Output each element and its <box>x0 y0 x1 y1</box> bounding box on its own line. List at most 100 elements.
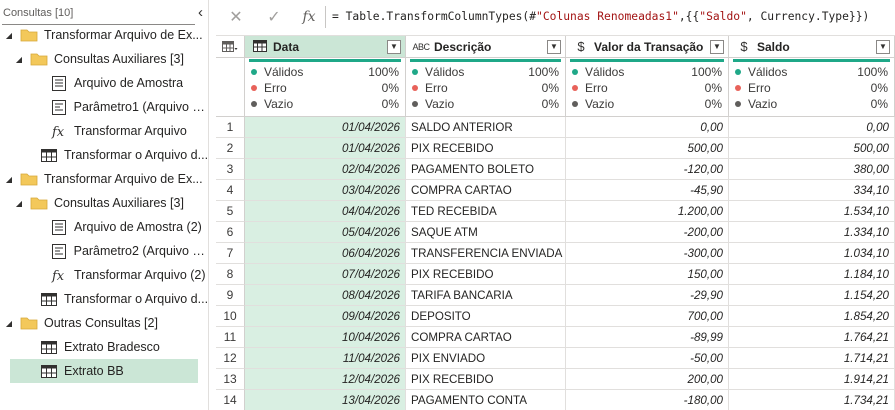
table-cell[interactable]: 150,00 <box>566 264 729 285</box>
column-header[interactable]: $ Valor da Transação ▼ <box>566 36 729 58</box>
table-cell[interactable]: 1.714,21 <box>729 348 895 369</box>
table-cell[interactable]: PIX ENVIADO <box>406 348 566 369</box>
query-item[interactable]: ◢ Outras Consultas [2] <box>0 311 209 335</box>
table-cell[interactable]: PAGAMENTO BOLETO <box>406 159 566 180</box>
table-cell[interactable]: TED RECEBIDA <box>406 201 566 222</box>
query-item[interactable]: ◢ Transformar Arquivo de Ex... <box>0 167 209 191</box>
expand-arrow-icon[interactable]: ◢ <box>14 55 24 64</box>
table-cell[interactable]: -120,00 <box>566 159 729 180</box>
table-cell[interactable]: 700,00 <box>566 306 729 327</box>
query-item[interactable]: Transformar o Arquivo d... <box>0 287 209 311</box>
calendar-icon[interactable] <box>251 39 269 55</box>
row-number[interactable]: 7 <box>216 243 245 264</box>
table-cell[interactable]: 1.854,20 <box>729 306 895 327</box>
row-number[interactable]: 9 <box>216 285 245 306</box>
column-header[interactable]: $ Saldo ▼ <box>729 36 895 58</box>
query-item[interactable]: Transformar o Arquivo d... <box>0 143 209 167</box>
table-cell[interactable]: 380,00 <box>729 159 895 180</box>
query-item[interactable]: Arquivo de Amostra <box>0 71 209 95</box>
table-cell[interactable]: 03/04/2026 <box>245 180 406 201</box>
table-cell[interactable]: 08/04/2026 <box>245 285 406 306</box>
table-cell[interactable]: PIX RECEBIDO <box>406 369 566 390</box>
table-cell[interactable]: -45,90 <box>566 180 729 201</box>
table-cell[interactable]: 1.914,21 <box>729 369 895 390</box>
table-cell[interactable]: SAQUE ATM <box>406 222 566 243</box>
table-cell[interactable]: 500,00 <box>566 138 729 159</box>
table-cell[interactable]: -50,00 <box>566 348 729 369</box>
fx-icon[interactable]: fx <box>297 5 321 29</box>
filter-dropdown-icon[interactable]: ▼ <box>547 39 561 54</box>
table-cell[interactable]: 1.534,10 <box>729 201 895 222</box>
table-cell[interactable]: 1.200,00 <box>566 201 729 222</box>
confirm-icon[interactable]: ✓ <box>262 5 286 29</box>
table-cell[interactable]: -29,90 <box>566 285 729 306</box>
table-cell[interactable]: 01/04/2026 <box>245 138 406 159</box>
query-item[interactable]: Parâmetro1 (Arquivo d... <box>0 95 209 119</box>
row-number[interactable]: 11 <box>216 327 245 348</box>
table-cell[interactable]: 07/04/2026 <box>245 264 406 285</box>
query-item[interactable]: ◢ Consultas Auxiliares [3] <box>0 47 209 71</box>
row-number[interactable]: 8 <box>216 264 245 285</box>
expand-arrow-icon[interactable]: ◢ <box>14 199 24 208</box>
row-number[interactable]: 1 <box>216 117 245 138</box>
table-cell[interactable]: 0,00 <box>566 117 729 138</box>
table-cell[interactable]: 12/04/2026 <box>245 369 406 390</box>
table-cell[interactable]: 1.734,21 <box>729 390 895 410</box>
table-cell[interactable]: DEPOSITO <box>406 306 566 327</box>
row-number[interactable]: 4 <box>216 180 245 201</box>
table-cell[interactable]: 10/04/2026 <box>245 327 406 348</box>
filter-dropdown-icon[interactable]: ▼ <box>876 39 890 54</box>
table-cell[interactable]: 334,10 <box>729 180 895 201</box>
table-cell[interactable]: 05/04/2026 <box>245 222 406 243</box>
table-cell[interactable]: PIX RECEBIDO <box>406 138 566 159</box>
table-cell[interactable]: -89,99 <box>566 327 729 348</box>
table-cell[interactable]: COMPRA CARTAO <box>406 180 566 201</box>
table-cell[interactable]: -180,00 <box>566 390 729 410</box>
table-cell[interactable]: 06/04/2026 <box>245 243 406 264</box>
formula-input[interactable]: = Table.TransformColumnTypes(#"Colunas R… <box>332 4 895 30</box>
query-item[interactable]: ◢ Transformar Arquivo de Ex... <box>0 23 209 47</box>
table-cell[interactable]: SALDO ANTERIOR <box>406 117 566 138</box>
cancel-icon[interactable]: ✕ <box>224 5 248 29</box>
filter-dropdown-icon[interactable]: ▼ <box>710 39 724 54</box>
query-item[interactable]: Extrato BB <box>0 359 209 383</box>
table-cell[interactable]: 1.184,10 <box>729 264 895 285</box>
column-header[interactable]: Data ▼ <box>245 36 406 58</box>
table-cell[interactable]: -300,00 <box>566 243 729 264</box>
table-menu-icon[interactable] <box>216 36 245 58</box>
table-cell[interactable]: TARIFA BANCARIA <box>406 285 566 306</box>
query-item[interactable]: Extrato Bradesco <box>0 335 209 359</box>
table-cell[interactable]: 01/04/2026 <box>245 117 406 138</box>
query-item[interactable]: fx Transformar Arquivo <box>0 119 209 143</box>
table-cell[interactable]: 1.034,10 <box>729 243 895 264</box>
table-cell[interactable]: 1.154,20 <box>729 285 895 306</box>
row-number[interactable]: 13 <box>216 369 245 390</box>
filter-dropdown-icon[interactable]: ▼ <box>387 39 401 54</box>
row-number[interactable]: 14 <box>216 390 245 410</box>
table-cell[interactable]: 1.334,10 <box>729 222 895 243</box>
table-cell[interactable]: 04/04/2026 <box>245 201 406 222</box>
row-number[interactable]: 3 <box>216 159 245 180</box>
table-cell[interactable]: 200,00 <box>566 369 729 390</box>
currency-icon[interactable]: $ <box>735 39 753 54</box>
table-cell[interactable]: PIX RECEBIDO <box>406 264 566 285</box>
text-type-icon[interactable]: ABC <box>412 42 430 52</box>
currency-icon[interactable]: $ <box>572 39 590 54</box>
query-item[interactable]: ◢ Consultas Auxiliares [3] <box>0 191 209 215</box>
expand-arrow-icon[interactable]: ◢ <box>4 31 14 40</box>
row-number[interactable]: 6 <box>216 222 245 243</box>
table-cell[interactable]: 02/04/2026 <box>245 159 406 180</box>
table-cell[interactable]: 500,00 <box>729 138 895 159</box>
row-number[interactable]: 12 <box>216 348 245 369</box>
expand-arrow-icon[interactable]: ◢ <box>4 319 14 328</box>
query-item[interactable]: Parâmetro2 (Arquivo d... <box>0 239 209 263</box>
table-cell[interactable]: 1.764,21 <box>729 327 895 348</box>
table-cell[interactable]: 11/04/2026 <box>245 348 406 369</box>
table-cell[interactable]: 0,00 <box>729 117 895 138</box>
table-cell[interactable]: COMPRA CARTAO <box>406 327 566 348</box>
query-item[interactable]: fx Transformar Arquivo (2) <box>0 263 209 287</box>
table-cell[interactable]: -200,00 <box>566 222 729 243</box>
query-item[interactable]: Arquivo de Amostra (2) <box>0 215 209 239</box>
row-number[interactable]: 10 <box>216 306 245 327</box>
collapse-pane-icon[interactable]: ‹ <box>198 4 203 21</box>
